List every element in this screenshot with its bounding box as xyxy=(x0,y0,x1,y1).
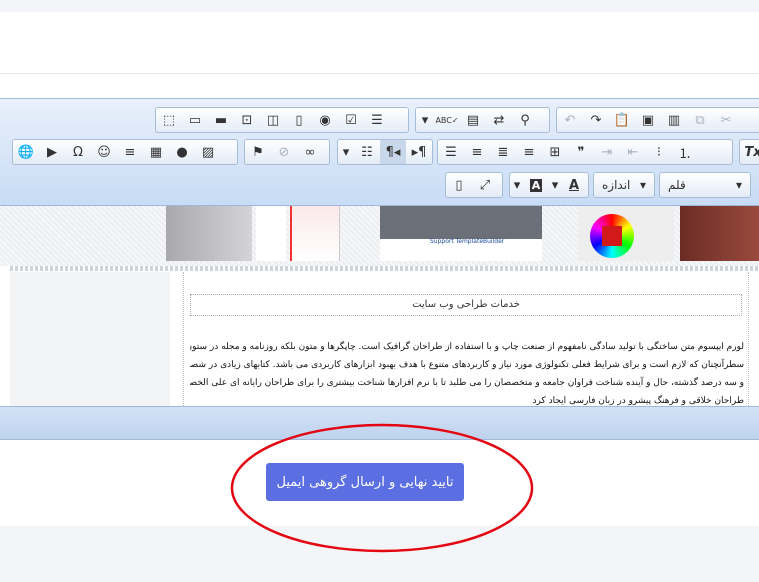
bg-color-icon[interactable]: A xyxy=(524,173,548,197)
left-column xyxy=(10,272,170,406)
find-replace-icon[interactable]: ⇄ xyxy=(486,108,512,132)
checkbox-icon[interactable]: ☑ xyxy=(338,108,364,132)
maximize-icon[interactable]: ⤢ xyxy=(472,173,498,197)
font-select[interactable]: قلم ▾ xyxy=(659,172,751,198)
spellcheck-dropdown-icon[interactable]: ▾ xyxy=(416,108,434,132)
paragraph-line: لورم ایپسوم متن ساختگی با تولید سادگی نا… xyxy=(190,342,744,352)
button-icon[interactable]: ▭ xyxy=(182,108,208,132)
smiley-icon[interactable]: ☺ xyxy=(91,140,117,164)
form-gap xyxy=(0,74,759,98)
color-wheel xyxy=(590,214,634,258)
align-list-group: ☰ ≡ ≣ ≡ ⊞ ❞ ⇥ ⇤ ⁝ ⒈ xyxy=(437,139,733,165)
section-divider xyxy=(10,266,759,271)
image-caption: Support TemplateBuilder xyxy=(430,238,505,245)
textfield-icon[interactable]: ▯ xyxy=(286,108,312,132)
color-swatch xyxy=(602,226,622,246)
form-controls-group: ⬚ ▭ ▬ ⊡ ◫ ▯ ◉ ☑ ☰ xyxy=(155,107,409,133)
language-icon[interactable]: ☷ xyxy=(354,140,380,164)
remove-format-icon[interactable]: Tx xyxy=(740,140,759,164)
rtl-icon[interactable]: ¶◂ xyxy=(380,140,406,164)
select-all-icon[interactable]: ▤ xyxy=(460,108,486,132)
chevron-down-icon: ▾ xyxy=(639,178,646,192)
select-icon[interactable]: ⊡ xyxy=(234,108,260,132)
undo-icon[interactable]: ↶ xyxy=(557,108,583,132)
header-pane xyxy=(0,12,759,74)
remove-format-group: Tx xyxy=(739,139,759,165)
editor-content-area[interactable]: Support TemplateBuilder خدمات طراحی وب س… xyxy=(0,206,759,406)
form-list-icon[interactable]: ☰ xyxy=(364,108,390,132)
submit-button[interactable]: تایید نهایی و ارسال گروهی ایمیل xyxy=(266,463,464,501)
flash-icon[interactable]: ● xyxy=(169,140,195,164)
editor-toolbar: ⬚ ▭ ▬ ⊡ ◫ ▯ ◉ ☑ ☰ ▾ ABC✓ ▤ ⇄ ⚲ ↶ ↷ 📋 ▣ ▥… xyxy=(0,98,759,206)
paste-word-icon[interactable]: 📋 xyxy=(609,108,635,132)
bulleted-list-icon[interactable]: ⁝ xyxy=(646,140,672,164)
content-block: خدمات طراحی وب سایت لورم ایپسوم متن ساخت… xyxy=(183,272,749,406)
text-color-dropdown-icon[interactable]: ▾ xyxy=(548,173,562,197)
textarea-icon[interactable]: ◫ xyxy=(260,108,286,132)
numbered-list-icon[interactable]: ⒈ xyxy=(672,140,698,164)
template-preview-image xyxy=(290,206,340,261)
spell-find-group: ▾ ABC✓ ▤ ⇄ ⚲ xyxy=(415,107,550,133)
paste-text-icon[interactable]: ▣ xyxy=(635,108,661,132)
bottom-strip xyxy=(0,526,759,582)
direction-group: ▾ ☷ ¶◂ ▸¶ xyxy=(337,139,433,165)
ltr-icon[interactable]: ▸¶ xyxy=(406,140,432,164)
align-center-icon[interactable]: ≣ xyxy=(490,140,516,164)
content-title: خدمات طراحی وب سایت xyxy=(190,294,742,316)
template-preview-image xyxy=(680,206,759,261)
font-select-value: قلم xyxy=(668,178,686,192)
image-icon[interactable]: ▨ xyxy=(195,140,221,164)
hidden-field-icon[interactable]: ▬ xyxy=(208,108,234,132)
color-picker-image xyxy=(578,206,674,261)
bg-color-dropdown-icon[interactable]: ▾ xyxy=(510,173,524,197)
size-select[interactable]: اندازه ▾ xyxy=(593,172,655,198)
cut-icon[interactable]: ✂ xyxy=(713,108,739,132)
top-strip xyxy=(0,0,759,12)
size-select-value: اندازه xyxy=(602,178,631,192)
justify-icon[interactable]: ☰ xyxy=(438,140,464,164)
unlink-icon[interactable]: ⊘ xyxy=(271,140,297,164)
text-color-icon[interactable]: A xyxy=(562,173,586,197)
redo-icon[interactable]: ↷ xyxy=(583,108,609,132)
support-template-image: Support TemplateBuilder xyxy=(380,206,542,261)
paste-icon[interactable]: ▥ xyxy=(661,108,687,132)
link-group: ⚑ ⊘ ∞ xyxy=(244,139,330,165)
iframe-globe-icon[interactable]: 🌐 xyxy=(13,140,39,164)
template-preview-image xyxy=(256,206,286,261)
paragraph-line: و سه درصد گذشته، حال و آینده شناخت فراوا… xyxy=(190,378,744,388)
chevron-down-icon: ▾ xyxy=(735,178,742,192)
clipboard-group: ↶ ↷ 📋 ▣ ▥ ⧉ ✂ xyxy=(556,107,759,133)
paragraph-line: سطرآنچنان که لازم است و برای شرایط فعلی … xyxy=(190,360,744,370)
view-group: ▯ ⤢ xyxy=(445,172,503,198)
horizontal-line-icon[interactable]: ≡ xyxy=(117,140,143,164)
spellcheck-icon[interactable]: ABC✓ xyxy=(434,108,460,132)
insert-group: 🌐 ▶ Ω ☺ ≡ ▦ ● ▨ xyxy=(12,139,238,165)
align-left-icon[interactable]: ≡ xyxy=(516,140,542,164)
content-paragraph: لورم ایپسوم متن ساختگی با تولید سادگی نا… xyxy=(190,338,744,406)
find-icon[interactable]: ⚲ xyxy=(512,108,538,132)
indent-icon[interactable]: ⇥ xyxy=(594,140,620,164)
anchor-flag-icon[interactable]: ⚑ xyxy=(245,140,271,164)
copy-icon[interactable]: ⧉ xyxy=(687,108,713,132)
align-right-icon[interactable]: ≡ xyxy=(464,140,490,164)
outdent-icon[interactable]: ⇤ xyxy=(620,140,646,164)
blockquote-icon[interactable]: ❞ xyxy=(568,140,594,164)
paragraph-line: طراحان خلاقی و فرهنگ پیشرو در زبان فارسی… xyxy=(532,396,744,406)
table-icon[interactable]: ▦ xyxy=(143,140,169,164)
template-preview-image xyxy=(166,206,252,261)
language-dropdown-icon[interactable]: ▾ xyxy=(338,140,354,164)
radio-icon[interactable]: ◉ xyxy=(312,108,338,132)
editor-bottom-bar xyxy=(0,406,759,440)
div-container-icon[interactable]: ⊞ xyxy=(542,140,568,164)
image-strip: Support TemplateBuilder xyxy=(0,206,759,266)
show-blocks-icon[interactable]: ▯ xyxy=(446,173,472,197)
color-group: ▾ A ▾ A xyxy=(509,172,589,198)
special-char-icon[interactable]: Ω xyxy=(65,140,91,164)
link-icon[interactable]: ∞ xyxy=(297,140,323,164)
video-icon[interactable]: ▶ xyxy=(39,140,65,164)
form-icon[interactable]: ⬚ xyxy=(156,108,182,132)
